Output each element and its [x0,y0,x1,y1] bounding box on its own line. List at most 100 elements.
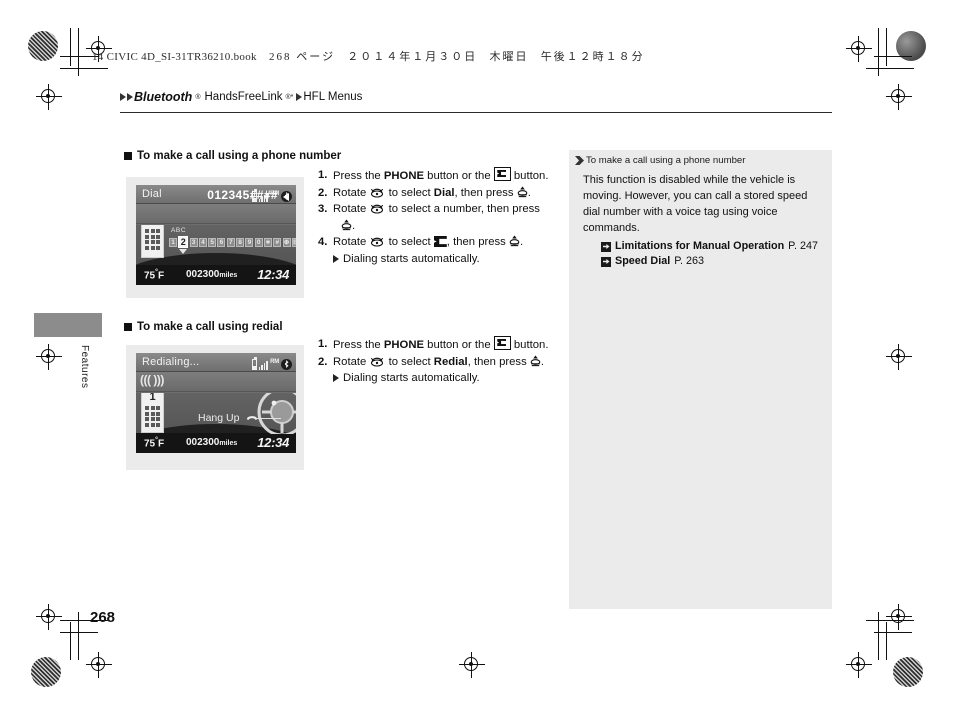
phone-tile-number: 1 [142,225,163,226]
note-panel-body-text: This function is disabled while the vehi… [583,174,808,234]
section-heading-text: To make a call using redial [137,321,283,333]
jump-arrow-icon [601,256,611,267]
registration-mark-top-right [846,36,872,62]
keypad-key-∗[interactable]: ∗ [263,237,272,247]
bullet-square-icon [124,323,132,331]
print-meta-filename: 14 CIVIC 4D_SI-31TR36210.book [92,51,257,63]
display-temperature: 75°F [144,437,165,450]
step-text: , then press [454,186,517,199]
print-color-patch-top-right [896,31,926,61]
step-number: 1. [318,338,328,350]
section-heading-redial: To make a call using redial [124,321,283,333]
breadcrumb-item-bluetooth[interactable]: Bluetooth [134,90,192,104]
display-temperature: 75°F [144,269,165,282]
jump-arrow-icon [601,241,611,252]
battery-icon [251,357,257,370]
keypad-key-8[interactable]: 8 [236,237,245,247]
step-number: 4. [318,236,328,248]
display-number-bar [136,204,296,224]
temperature-unit: F [157,270,165,282]
phone-button-icon [493,167,511,181]
step-text: Rotate [333,355,370,368]
step-number: 3. [318,203,328,215]
breadcrumb-item-hfl-menus[interactable]: HFL Menus [303,91,362,103]
keypad-key-6[interactable]: 6 [217,237,226,247]
step-emphasis: Dial [433,186,455,199]
page-number: 268 [90,609,116,626]
print-meta-weekday: 木曜日 [489,51,529,63]
print-color-patch-bottom-left [31,657,61,687]
temperature-unit: F [157,438,165,450]
hang-up-label: Hang Up [198,412,240,424]
keypad-key-7[interactable]: 7 [226,237,235,247]
keypad-key-⊟[interactable]: ⊟ [291,237,296,247]
temperature-value: 75 [144,270,156,282]
section-heading-phone-number: To make a call using a phone number [124,150,341,162]
keypad-key-3[interactable]: 3 [189,237,198,247]
bullet-square-icon [124,152,132,160]
registration-mark-bottom-left-lower [86,652,112,678]
side-note-panel: To make a call using a phone number This… [569,150,832,609]
handset-icon [433,236,447,247]
breadcrumb-item-handsfreelink[interactable]: HandsFreeLink [205,91,283,103]
instruction-step: 1. Press the PHONE button or the button. [318,167,563,185]
chevron-right-icon [296,93,303,101]
phone-tile-keys [145,229,160,250]
note-panel-title: To make a call using a phone number [575,155,745,166]
chapter-tab-label: Features [79,345,90,389]
print-meta-line: 14 CIVIC 4D_SI-31TR36210.book 268 ページ ２０… [92,48,645,64]
rotary-knob-icon [369,235,385,247]
step-text: Press the [333,339,384,351]
step-text: Press the [333,170,384,182]
step-text: button. [510,339,549,351]
step-text: . [352,219,356,232]
steering-wheel-icon [257,393,296,434]
note-reference-page: P. 247 [788,240,818,252]
keypad-key-#[interactable]: # [273,237,282,247]
note-reference-link[interactable]: Speed Dial P. 263 [583,254,823,269]
print-meta-page: 268 ページ [269,51,336,63]
step-text: Rotate [333,186,370,199]
display-keypad-area: 1 ABC 1234567890∗#⊕⊟⤴ [136,225,296,265]
keypad-key-2[interactable]: 2 [178,236,189,248]
step-text: to select [385,186,434,199]
temperature-value: 75 [144,438,156,450]
chevron-right-icon [127,93,133,101]
step-text: , then press [446,236,509,248]
phone-keypad-tile-icon: 1 [141,225,164,258]
odometer-unit: miles [219,440,238,447]
crop-mark-top-right [856,28,914,76]
note-reference-link[interactable]: Limitations for Manual Operation P. 247 [583,239,823,254]
display-status-bar: 75°F 002300miles 12:34 [136,433,296,453]
note-reference-page: P. 263 [674,255,705,267]
breadcrumb-bluetooth-superscript: ® [195,93,201,101]
steps-list-phone-number: 1. Press the PHONE button or the button. 2… [318,167,563,267]
step-body: Press the PHONE button or the button. [333,336,563,354]
keypad-key-row: 1234567890∗#⊕⊟⤴ [169,236,296,248]
registration-mark-bottom-right-lower [846,652,872,678]
odometer-value: 002300 [186,269,220,280]
step-text: Rotate [333,236,370,248]
step-text: button or the [424,170,494,182]
keypad-key-5[interactable]: 5 [208,237,217,247]
keypad-key-4[interactable]: 4 [198,237,207,247]
keypad-key-9[interactable]: 9 [245,237,254,247]
keypad-key-⊕[interactable]: ⊕ [282,237,291,247]
rotary-knob-icon [369,355,385,367]
display-status-icons: RM [251,356,292,370]
note-marker-icon [575,156,584,165]
step-number: 2. [318,186,328,199]
step-number: 1. [318,169,328,181]
display-title-text: Dial [142,188,162,200]
print-color-patch-bottom-right [893,657,923,687]
phone-tile-number: 1 [149,393,156,403]
section-heading-text: To make a call using a phone number [137,150,342,162]
keypad-key-1[interactable]: 1 [169,237,177,247]
display-clock: 12:34 [257,435,289,450]
substep-text: Dialing starts automatically. [343,252,480,265]
keypad-key-0[interactable]: 0 [254,237,263,247]
keypad-abc-label: ABC [171,227,187,234]
bluetooth-icon [281,358,292,370]
note-panel-body: This function is disabled while the vehi… [583,172,823,269]
vehicle-display-redial: Redialing... RM ((( ))) 1 Hang Up 75°F 0… [136,353,296,453]
